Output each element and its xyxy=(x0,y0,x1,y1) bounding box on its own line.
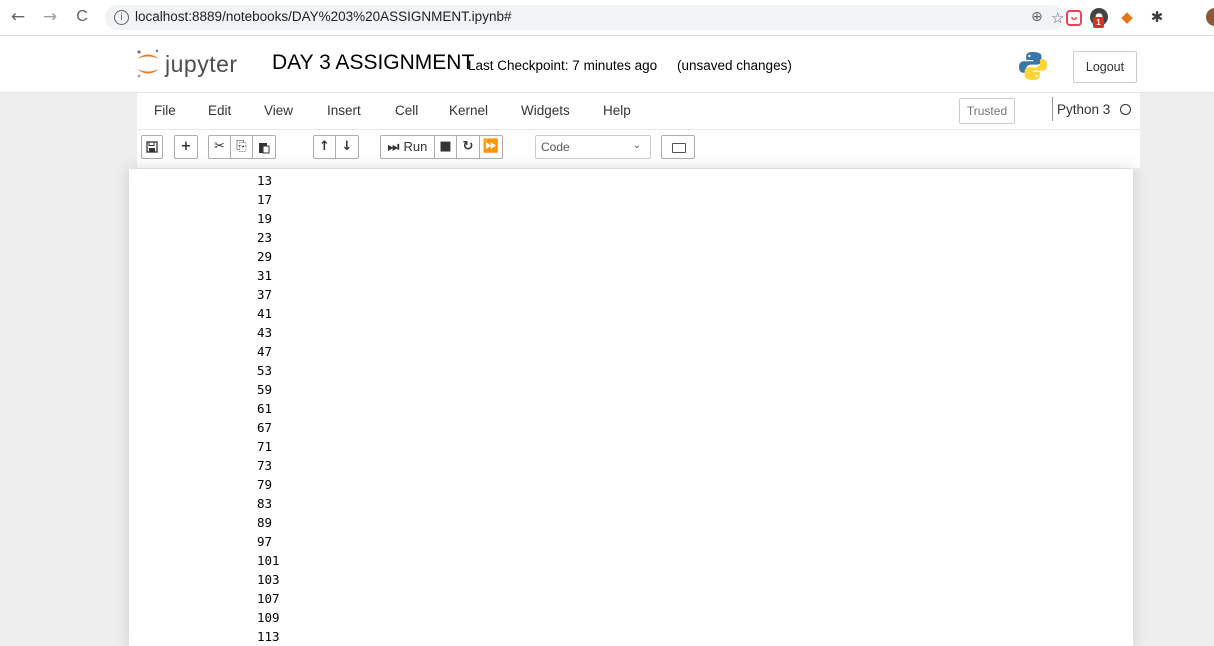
menu-view[interactable]: View xyxy=(264,103,293,118)
output-line: 43 xyxy=(257,325,273,340)
jupyter-logo-icon xyxy=(137,49,159,78)
reload-icon[interactable]: C xyxy=(72,7,92,27)
extension-badge: 1 xyxy=(1093,17,1104,28)
output-line: 101 xyxy=(257,553,280,568)
output-line: 83 xyxy=(257,496,273,511)
stop-icon: ■ xyxy=(439,139,452,154)
browser-toolbar: ← → C i localhost:8889/notebooks/DAY%203… xyxy=(0,0,1214,36)
address-bar[interactable]: i localhost:8889/notebooks/DAY%203%20ASS… xyxy=(105,5,1065,30)
jupyter-logo-text: jupyter xyxy=(165,51,238,77)
arrow-up-icon: ↑ xyxy=(319,139,330,154)
zoom-icon[interactable]: ⊕ xyxy=(1031,9,1043,25)
interrupt-button[interactable]: ■ xyxy=(434,135,457,159)
notebook-name[interactable]: DAY 3 ASSIGNMENT xyxy=(272,51,474,75)
menu-help[interactable]: Help xyxy=(603,103,631,118)
output-line: 23 xyxy=(257,230,273,245)
command-palette-button[interactable] xyxy=(661,135,695,159)
insert-cell-button[interactable]: + xyxy=(174,135,198,159)
output-line: 53 xyxy=(257,363,273,378)
paste-icon xyxy=(259,143,270,154)
menu-widgets[interactable]: Widgets xyxy=(521,103,570,118)
fast-forward-icon: ⏩ xyxy=(482,139,500,154)
menu-kernel[interactable]: Kernel xyxy=(449,103,488,118)
arrow-down-icon: ↓ xyxy=(341,139,353,154)
output-line: 71 xyxy=(257,439,273,454)
run-icon: ⏭ xyxy=(387,140,400,155)
output-line: 47 xyxy=(257,344,273,359)
plus-icon: + xyxy=(180,139,192,154)
checkpoint-status: Last Checkpoint: 7 minutes ago xyxy=(468,58,658,73)
kernel-name: Python 3 xyxy=(1057,102,1111,117)
output-line: 37 xyxy=(257,287,273,302)
kernel-separator xyxy=(1052,97,1053,121)
output-line: 17 xyxy=(257,192,273,207)
output-line: 19 xyxy=(257,211,273,226)
output-line: 73 xyxy=(257,458,273,473)
menu-insert[interactable]: Insert xyxy=(327,103,361,118)
output-line: 97 xyxy=(257,534,273,549)
cell-output: 13 17 19 23 29 31 37 41 43 47 53 59 61 67 71 73 79 83 89 97… xyxy=(257,171,280,646)
output-line: 31 xyxy=(257,268,273,283)
cut-icon: ✂ xyxy=(214,139,225,154)
metamask-fox-icon[interactable]: ◆ xyxy=(1118,8,1136,26)
output-line: 89 xyxy=(257,515,273,530)
autosave-status: (unsaved changes) xyxy=(677,58,792,73)
output-line: 41 xyxy=(257,306,273,321)
python-logo-icon xyxy=(1019,52,1047,80)
bookmark-star-icon[interactable]: ☆ xyxy=(1051,9,1064,27)
run-button[interactable]: ⏭ Run xyxy=(380,135,435,159)
menu-cell[interactable]: Cell xyxy=(395,103,418,118)
notebook-toolbar: + ✂ ⎘ ↑ ↓ ⏭ Run ■ ↻ ⏩ Code ⌄ xyxy=(137,130,1140,168)
output-line: 61 xyxy=(257,401,273,416)
menu-file[interactable]: File xyxy=(154,103,176,118)
output-line: 29 xyxy=(257,249,273,264)
restart-run-all-button[interactable]: ⏩ xyxy=(479,135,503,159)
restart-icon: ↻ xyxy=(462,139,474,154)
jupyter-header: jupyter DAY 3 ASSIGNMENT Last Checkpoint… xyxy=(0,36,1214,93)
move-down-button[interactable]: ↓ xyxy=(335,135,359,159)
output-line: 103 xyxy=(257,572,280,587)
profile-avatar[interactable] xyxy=(1206,8,1214,26)
run-label: Run xyxy=(403,139,428,154)
paste-button[interactable] xyxy=(252,135,276,159)
extensions-puzzle-icon[interactable]: ✱ xyxy=(1148,8,1166,26)
logout-button[interactable]: Logout xyxy=(1073,51,1137,83)
output-line: 79 xyxy=(257,477,273,492)
cell-type-value: Code xyxy=(541,140,570,154)
kernel-idle-indicator-icon xyxy=(1120,104,1131,115)
restart-button[interactable]: ↻ xyxy=(456,135,480,159)
site-info-icon[interactable]: i xyxy=(114,10,129,25)
keyboard-icon xyxy=(672,143,686,153)
output-line: 67 xyxy=(257,420,273,435)
chevron-down-icon: ⌄ xyxy=(632,140,641,151)
page-margin xyxy=(0,169,6,646)
output-line: 13 xyxy=(257,173,273,188)
output-line: 113 xyxy=(257,629,280,644)
output-line: 59 xyxy=(257,382,273,397)
back-arrow-icon[interactable]: ← xyxy=(8,7,28,27)
copy-button[interactable]: ⎘ xyxy=(230,135,253,159)
save-icon xyxy=(146,141,158,153)
move-up-button[interactable]: ↑ xyxy=(313,135,336,159)
menu-edit[interactable]: Edit xyxy=(208,103,231,118)
save-button[interactable] xyxy=(141,135,163,159)
trusted-indicator[interactable]: Trusted xyxy=(959,98,1015,124)
output-line: 107 xyxy=(257,591,280,606)
pocket-extension-icon[interactable]: ᴗ xyxy=(1066,10,1082,26)
url-text[interactable]: localhost:8889/notebooks/DAY%203%20ASSIG… xyxy=(135,9,511,24)
cut-button[interactable]: ✂ xyxy=(208,135,231,159)
menubar: File Edit View Insert Cell Kernel Widget… xyxy=(137,93,1140,130)
cell-type-select[interactable]: Code ⌄ xyxy=(535,135,651,159)
output-line: 109 xyxy=(257,610,280,625)
copy-icon: ⎘ xyxy=(236,139,247,154)
jupyter-logo[interactable]: jupyter xyxy=(135,48,255,80)
notebook-container[interactable]: 13 17 19 23 29 31 37 41 43 47 53 59 61 67 71 73 79 83 89 97… xyxy=(129,169,1133,646)
forward-arrow-icon[interactable]: → xyxy=(40,7,60,27)
